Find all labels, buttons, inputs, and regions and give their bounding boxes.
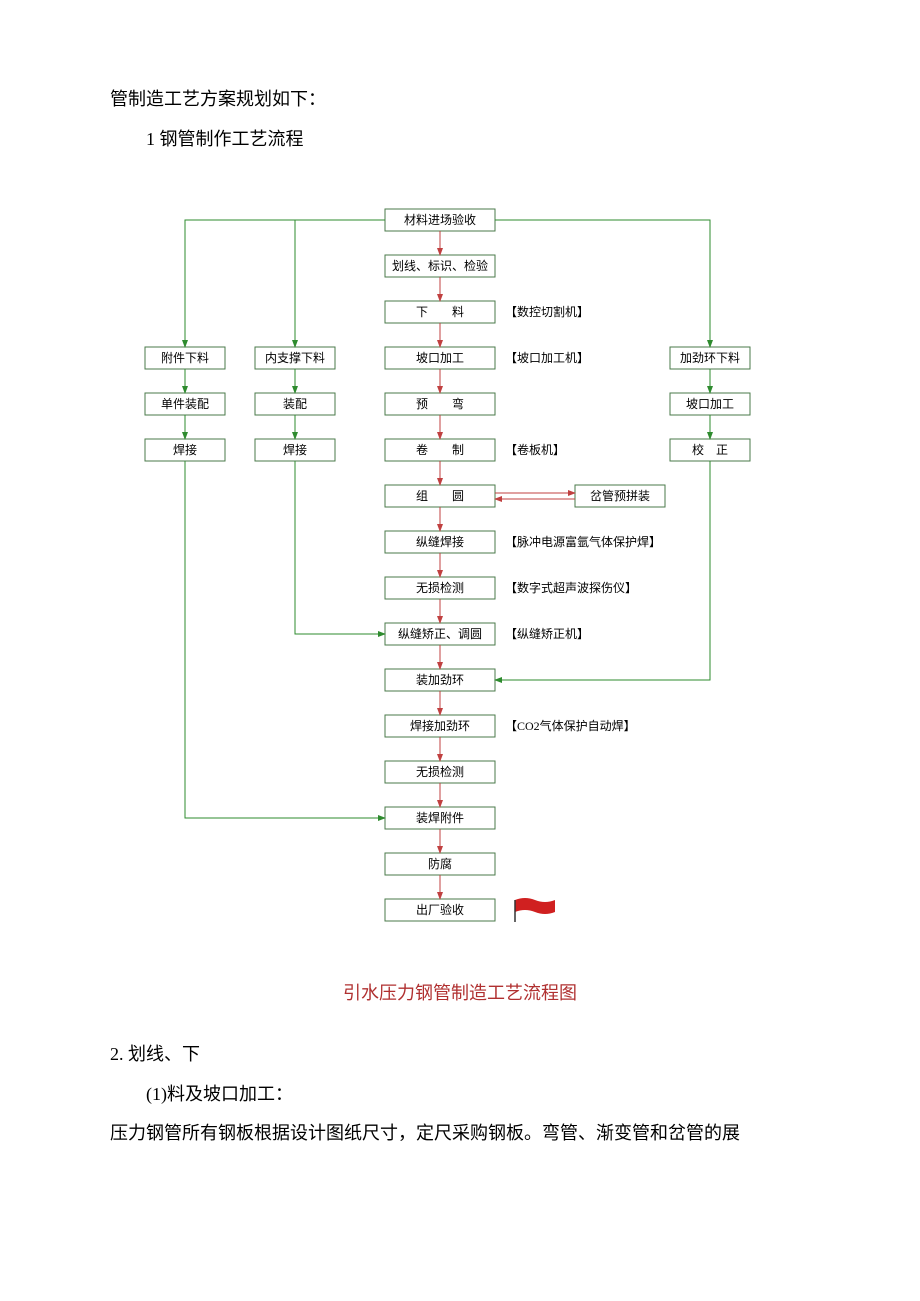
main-step-6-label: 组 圆: [416, 489, 464, 503]
intro-block: 管制造工艺方案规划如下： 1 钢管制作工艺流程: [110, 80, 810, 159]
main-step-3-label: 坡口加工: [416, 351, 464, 365]
main-step-14-label: 防腐: [428, 856, 452, 871]
main-step-0-label: 材料进场验收: [404, 212, 476, 227]
branch-box-label: 岔管预拼装: [590, 488, 650, 503]
section-2-heading: 2. 划线、下: [110, 1035, 810, 1075]
right-0-label: 加劲环下料: [680, 351, 740, 365]
main-step-10-label: 装加劲环: [416, 673, 464, 687]
left2-1-label: 装配: [283, 397, 307, 411]
section-2-sub: (1)料及坡口加工：: [110, 1075, 810, 1115]
body-text: 2. 划线、下 (1)料及坡口加工： 压力钢管所有钢板根据设计图纸尺寸，定尺采购…: [110, 1035, 810, 1154]
right-1-label: 坡口加工: [686, 397, 734, 411]
intro-line1: 管制造工艺方案规划如下：: [110, 80, 810, 120]
left2-0-label: 内支撑下料: [265, 350, 325, 365]
flowchart: 材料进场验收划线、标识、检验下 料坡口加工预 弯卷 制组 圆纵缝焊接无损检测纵缝…: [110, 189, 810, 959]
main-step-1-label: 划线、标识、检验: [392, 258, 488, 273]
note-9: 【纵缝矫正机】: [505, 626, 589, 641]
right-2-label: 校 正: [692, 442, 728, 457]
main-step-4-label: 预 弯: [416, 396, 464, 411]
main-step-8-label: 无损检测: [416, 580, 464, 595]
note-2: 【数控切割机】: [505, 304, 589, 319]
main-step-2-label: 下 料: [416, 305, 464, 319]
note-11: 【CO2气体保护自动焊】: [505, 718, 636, 733]
diagram-caption: 引水压力钢管制造工艺流程图: [110, 979, 810, 1005]
main-step-15-label: 出厂验收: [416, 902, 464, 917]
note-8: 【数字式超声波探伤仪】: [505, 580, 637, 595]
section-2-para: 压力钢管所有钢板根据设计图纸尺寸，定尺采购钢板。弯管、渐变管和岔管的展: [110, 1114, 810, 1154]
note-3: 【坡口加工机】: [505, 351, 589, 365]
flowchart-svg: 材料进场验收划线、标识、检验下 料坡口加工预 弯卷 制组 圆纵缝焊接无损检测纵缝…: [110, 189, 810, 959]
main-step-12-label: 无损检测: [416, 764, 464, 779]
left1-1-label: 单件装配: [161, 397, 209, 411]
main-step-5-label: 卷 制: [416, 442, 464, 457]
left2-2-label: 焊接: [283, 442, 307, 457]
intro-line2: 1 钢管制作工艺流程: [110, 120, 810, 160]
flag-icon: [515, 898, 555, 914]
main-step-7-label: 纵缝焊接: [416, 534, 464, 549]
left1-2-label: 焊接: [173, 442, 197, 457]
main-step-13-label: 装焊附件: [416, 810, 464, 825]
left1-0-label: 附件下料: [161, 351, 209, 365]
main-step-9-label: 纵缝矫正、调圆: [398, 626, 482, 641]
note-7: 【脉冲电源富氩气体保护焊】: [505, 534, 661, 549]
note-5: 【卷板机】: [505, 442, 565, 457]
main-step-11-label: 焊接加劲环: [410, 718, 470, 733]
